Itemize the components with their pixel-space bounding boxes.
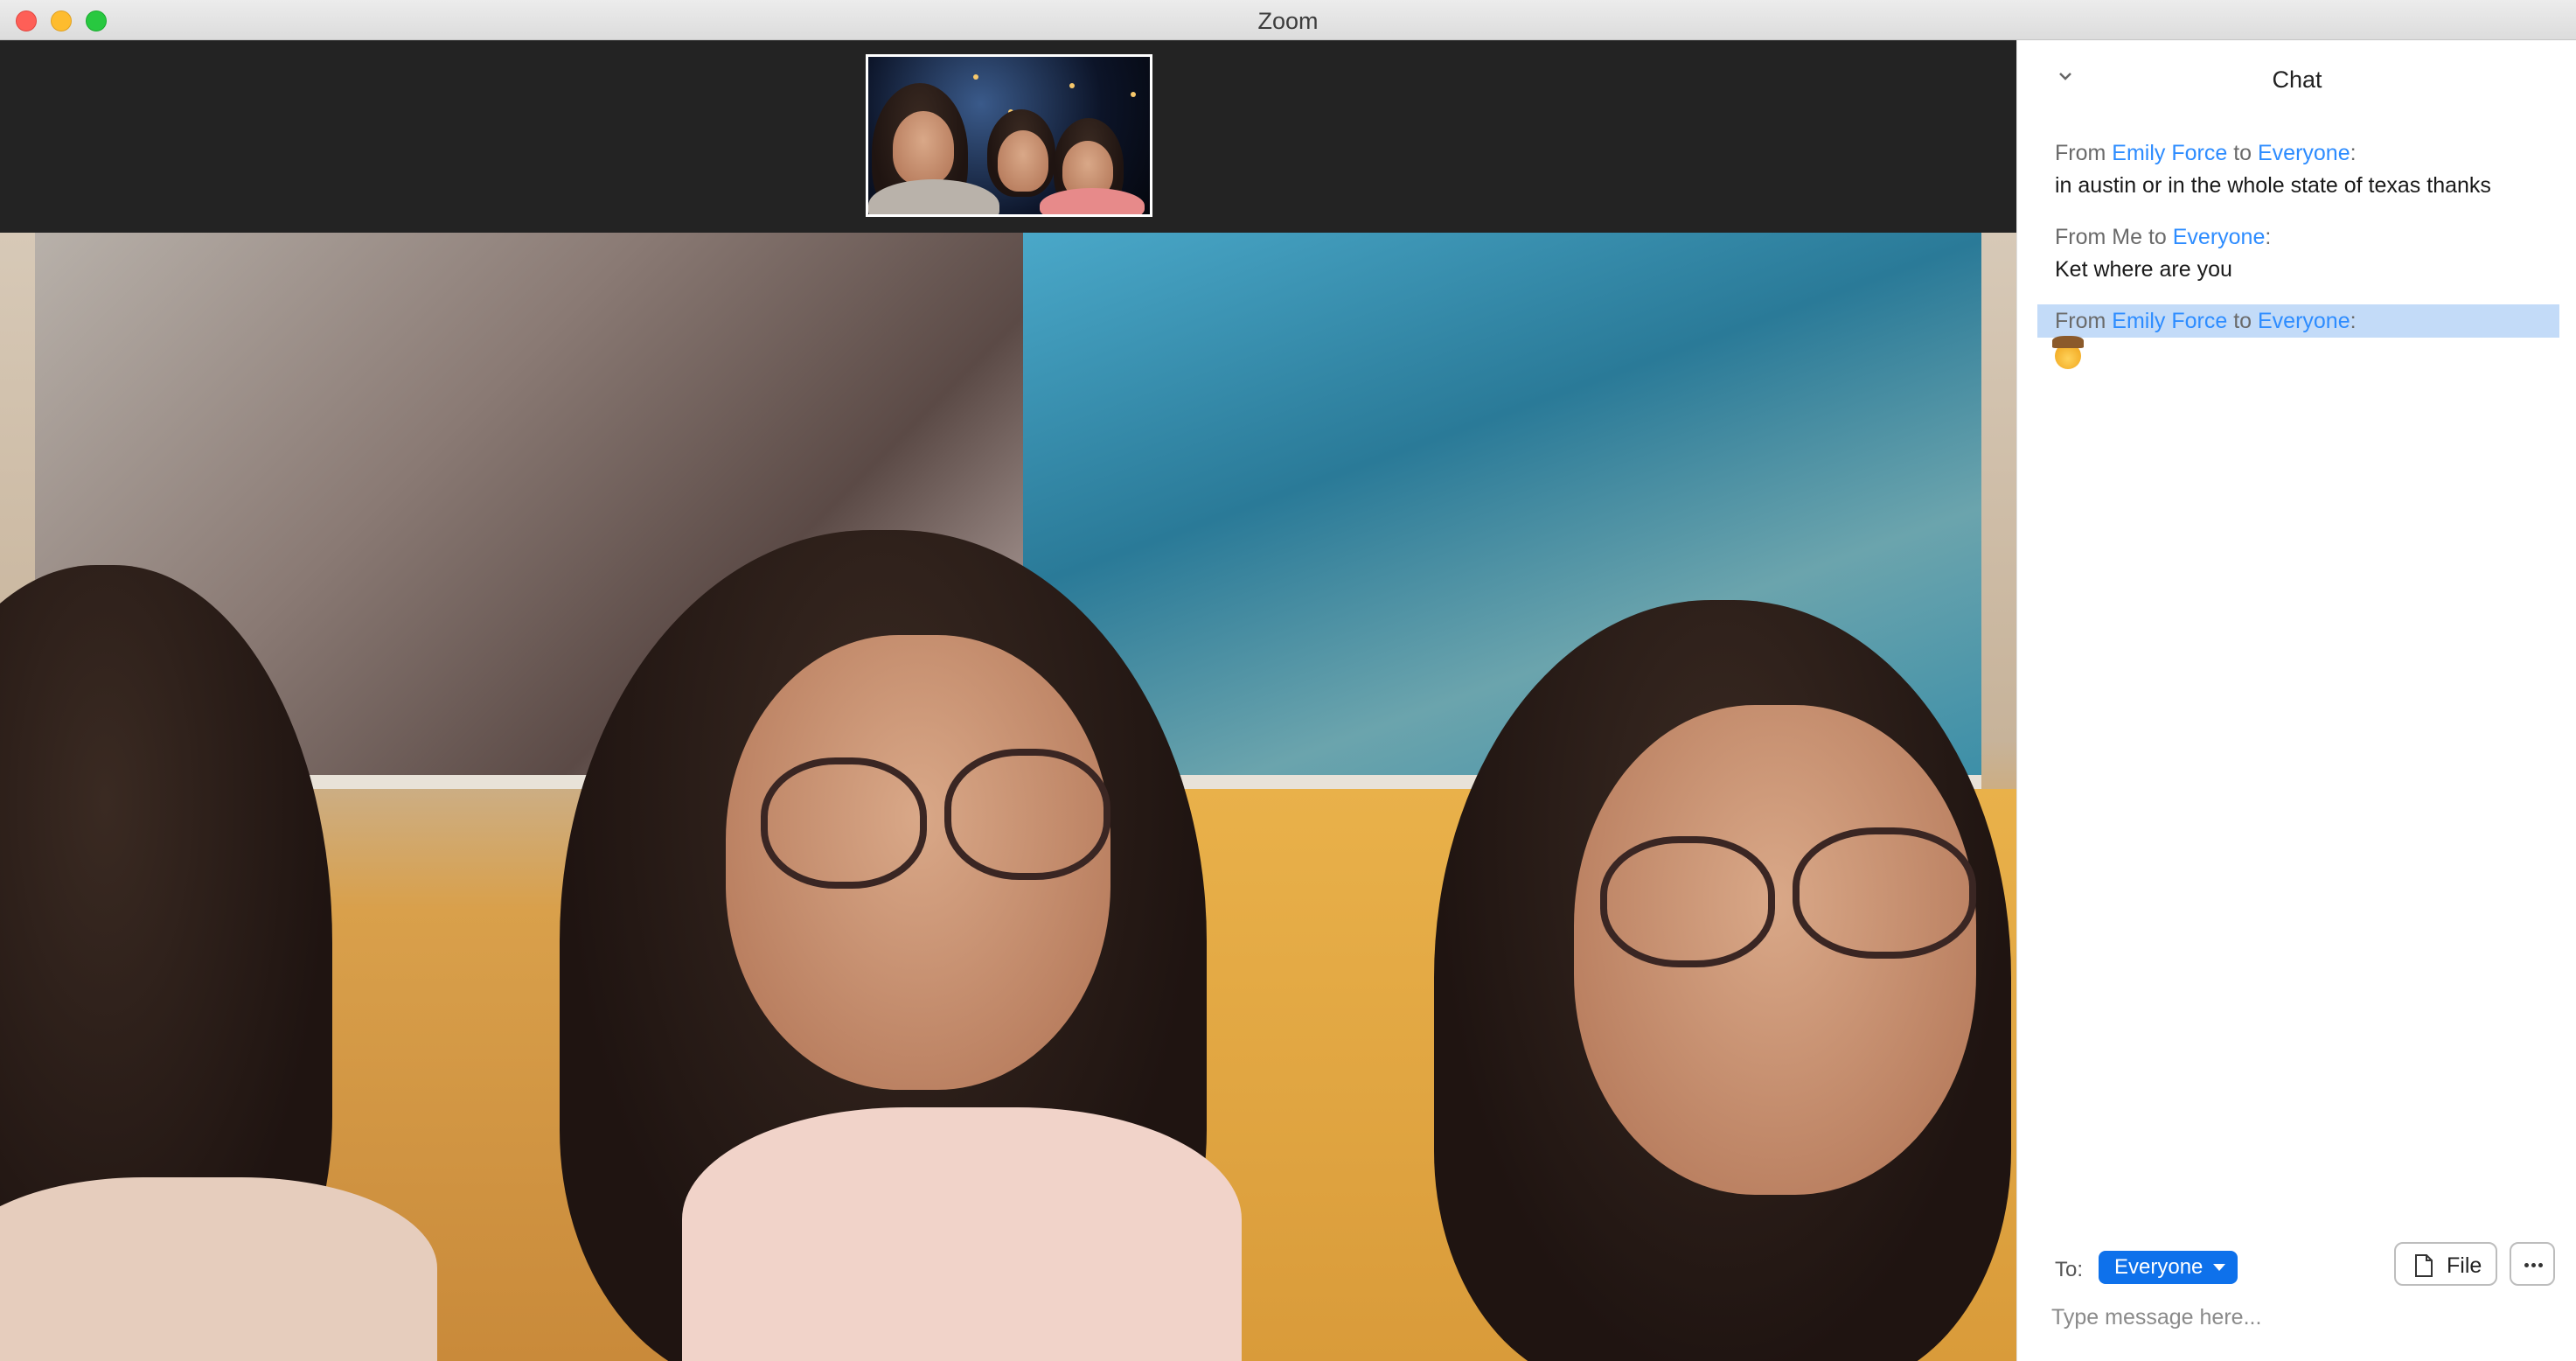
participant-shirt: [682, 1107, 1242, 1361]
file-button[interactable]: File: [2394, 1242, 2497, 1286]
participant-figure: [0, 1177, 437, 1361]
window-title: Zoom: [1257, 8, 1319, 34]
chat-header: Chat: [2017, 40, 2576, 119]
thumbnail-strip: [0, 40, 2016, 233]
active-speaker-video: [0, 233, 2016, 1361]
chat-message[interactable]: From Emily Force to Everyone:: [2017, 304, 2576, 378]
caret-down-icon: [2213, 1264, 2226, 1271]
glasses: [1793, 827, 1976, 959]
message-text: Ket where are you: [2055, 257, 2232, 282]
message-input[interactable]: [2051, 1298, 2541, 1337]
title-bar: Zoom: [0, 0, 2576, 40]
message-header: From Emily Force to Everyone:: [2055, 141, 2357, 165]
message-text: [2052, 336, 2542, 378]
more-icon: [2538, 1263, 2543, 1267]
recipient-select-value: Everyone: [2114, 1255, 2204, 1279]
sender-link[interactable]: Emily Force: [2112, 141, 2227, 165]
message-header: From Me to Everyone:: [2055, 225, 2272, 249]
chat-title: Chat: [2272, 66, 2322, 93]
video-area: [0, 40, 2016, 1361]
chat-message[interactable]: From Emily Force to Everyone: in austin …: [2017, 136, 2576, 201]
message-text: in austin or in the whole state of texas…: [2055, 173, 2491, 198]
file-icon: [2415, 1254, 2433, 1277]
recipient-link[interactable]: Everyone: [2258, 141, 2350, 165]
to-label: To:: [2055, 1258, 2084, 1281]
cowboy-face-emoji-icon: [2052, 336, 2084, 369]
message-header: From Emily Force to Everyone:: [2037, 304, 2559, 338]
more-options-button[interactable]: [2510, 1242, 2555, 1286]
more-icon: [2524, 1263, 2529, 1267]
glasses: [1600, 836, 1775, 967]
recipient-select[interactable]: Everyone: [2099, 1251, 2238, 1284]
chat-message-list: From Emily Force to Everyone: in austin …: [2017, 136, 2576, 397]
file-button-label: File: [2447, 1253, 2482, 1278]
glasses: [761, 757, 927, 889]
participant-thumbnail[interactable]: [866, 54, 1152, 217]
sender-link[interactable]: Emily Force: [2112, 309, 2227, 333]
glasses: [944, 749, 1110, 880]
chat-message[interactable]: From Me to Everyone: Ket where are you: [2017, 220, 2576, 285]
chat-panel: Chat From Emily Force to Everyone: in au…: [2016, 40, 2576, 1361]
recipient-link[interactable]: Everyone: [2258, 309, 2350, 333]
recipient-link[interactable]: Everyone: [2173, 225, 2266, 249]
more-icon: [2531, 1263, 2536, 1267]
